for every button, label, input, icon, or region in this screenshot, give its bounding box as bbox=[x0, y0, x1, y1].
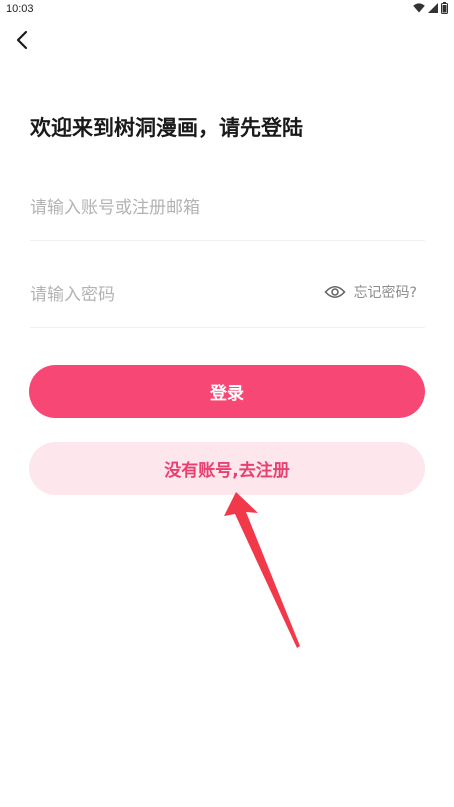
status-time: 10:03 bbox=[6, 3, 34, 15]
account-field bbox=[30, 190, 425, 241]
wifi-icon bbox=[413, 3, 425, 13]
battery-icon bbox=[441, 2, 448, 14]
back-button[interactable] bbox=[8, 26, 36, 54]
account-input[interactable] bbox=[30, 198, 300, 218]
password-field: 忘记密码? bbox=[30, 277, 425, 328]
status-bar: 10:03 bbox=[0, 0, 454, 20]
chevron-left-icon bbox=[16, 30, 28, 50]
forgot-password-link[interactable]: 忘记密码? bbox=[354, 282, 417, 302]
signal-icon bbox=[428, 3, 438, 13]
register-button[interactable]: 没有账号,去注册 bbox=[29, 442, 425, 495]
login-button[interactable]: 登录 bbox=[29, 365, 425, 418]
eye-icon bbox=[323, 285, 346, 299]
page-title: 欢迎来到树洞漫画，请先登陆 bbox=[30, 116, 303, 140]
status-icons bbox=[413, 2, 448, 14]
password-field-actions: 忘记密码? bbox=[323, 281, 417, 303]
password-visibility-toggle[interactable] bbox=[323, 281, 346, 303]
password-input[interactable] bbox=[30, 285, 300, 305]
